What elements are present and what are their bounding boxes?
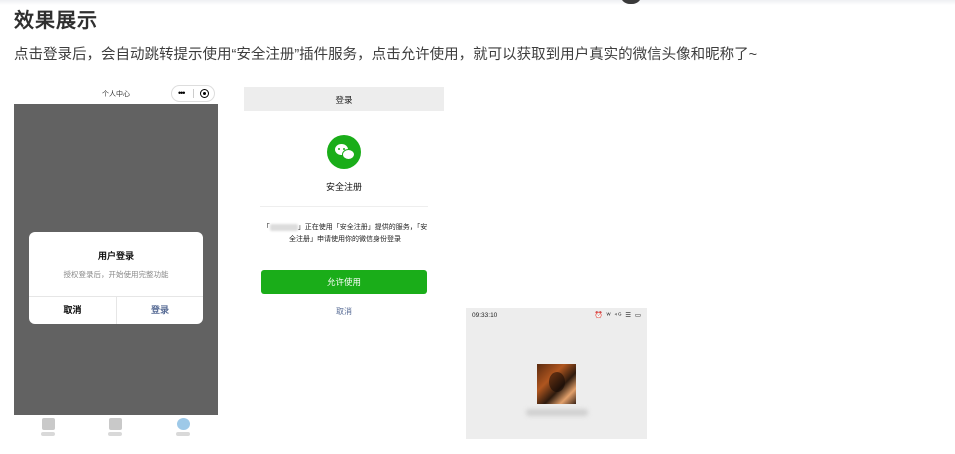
phone-screenshot-authorize: 登录 安全注册 「 」正在使用「安全注册」提供的服务，「安全注册」申请使用你的微信…: [244, 87, 444, 327]
cancel-button[interactable]: 取消: [29, 296, 116, 324]
tab-category-icon[interactable]: [109, 418, 122, 430]
status-icons: ⏰ ᵂ ⁴ᴳ ☰ ▭: [594, 312, 642, 319]
blurred-nickname: [526, 409, 588, 416]
auth-text-prefix: 「: [262, 224, 270, 231]
authorization-description: 「 」正在使用「安全注册」提供的服务，「安全注册」申请使用你的微信身份登录: [260, 222, 430, 246]
tab-label-placeholder: [176, 432, 190, 436]
top-shadow: [0, 0, 955, 5]
divider: [260, 206, 428, 207]
allow-button[interactable]: 允许使用: [261, 270, 427, 294]
tab-profile-icon[interactable]: [177, 418, 190, 430]
tab-bar: [14, 415, 218, 438]
login-modal: 用户登录 授权登录后，开始使用完整功能 取消 登录: [29, 232, 203, 324]
bubble-dot: [338, 148, 340, 150]
auth-text: 」正在使用「安全注册」提供的服务，「安全注册」申请使用你的微信身份登录: [289, 224, 428, 243]
nav-title: 登录: [335, 95, 353, 105]
section-description: 点击登录后，会自动跳转提示使用“安全注册”插件服务，点击允许使用，就可以获取到用…: [14, 47, 758, 63]
capsule-divider: [193, 89, 194, 98]
chat-bubble-shape: [342, 149, 355, 160]
section-heading: 效果展示: [14, 10, 98, 32]
cancel-link[interactable]: 取消: [244, 306, 444, 317]
modal-overlay: 用户登录 授权登录后，开始使用完整功能 取消 登录: [14, 104, 218, 415]
modal-title: 用户登录: [97, 251, 134, 261]
status-time: 09:33:10: [472, 312, 498, 319]
phone-screenshot-login-modal: 个人中心 ••• 用户登录 授权登录后，开始使用完整功能 取消 登录: [14, 83, 218, 438]
tab-home-icon[interactable]: [42, 418, 55, 430]
plugin-name: 安全注册: [325, 182, 362, 192]
navigation-bar: 个人中心 •••: [14, 83, 218, 104]
tab-label-placeholder: [108, 432, 122, 436]
tab-label-placeholder: [41, 432, 55, 436]
user-avatar: [537, 364, 576, 404]
phone-screenshot-result: 09:33:10 ⏰ ᵂ ⁴ᴳ ☰ ▭: [466, 308, 647, 439]
navigation-bar: 登录: [244, 87, 444, 111]
modal-message: 授权登录后，开始使用完整功能: [63, 270, 169, 279]
miniprogram-capsule[interactable]: •••: [171, 85, 215, 102]
more-icon[interactable]: •••: [178, 87, 186, 99]
login-button[interactable]: 登录: [117, 296, 203, 324]
wechat-icon: [327, 135, 361, 169]
blurred-app-name: [269, 223, 298, 231]
close-target-icon[interactable]: [200, 89, 209, 98]
